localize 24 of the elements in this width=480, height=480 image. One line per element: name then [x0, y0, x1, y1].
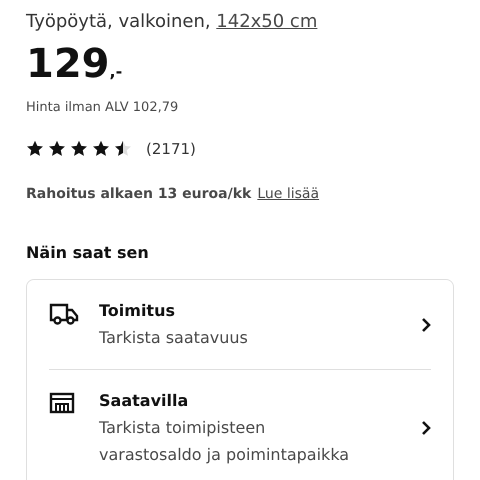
option-subtitle: Tarkista saatavuus [99, 327, 249, 349]
store-icon [49, 392, 75, 414]
section-title: Näin saat sen [26, 242, 150, 264]
chevron-right-icon [421, 420, 431, 436]
price-without-vat: Hinta ilman ALV 102,79 [26, 99, 180, 117]
star-icon [92, 140, 110, 158]
review-count: (2171) [146, 138, 196, 160]
option-title: Saatavilla [99, 390, 190, 412]
size-link[interactable]: 142x50 cm [216, 11, 318, 32]
star-icon [114, 140, 132, 158]
read-more-link[interactable]: Lue lisää [257, 184, 320, 205]
truck-icon [49, 302, 79, 326]
option-row[interactable]: Saatavilla Tarkista toimipisteen varastosaldo ja poimintapaikka [49, 369, 431, 480]
star-icon [26, 140, 44, 158]
financing-text: Rahoitus alkaen 13 euroa/kk [26, 185, 252, 204]
star-icon [70, 140, 88, 158]
option-subtitle: Tarkista toimipisteen varastosaldo ja poimintapaikka [99, 417, 350, 466]
star-icon [48, 140, 66, 158]
product-description: Työpöytä, valkoinen, 142x50 cm [26, 10, 318, 34]
chevron-right-icon [421, 316, 431, 332]
option-title: Toimitus [99, 300, 176, 322]
option-row[interactable]: Toimitus Tarkista saatavuus [49, 280, 431, 369]
price: 129 [26, 42, 110, 86]
price-suffix: ,- [110, 61, 122, 83]
